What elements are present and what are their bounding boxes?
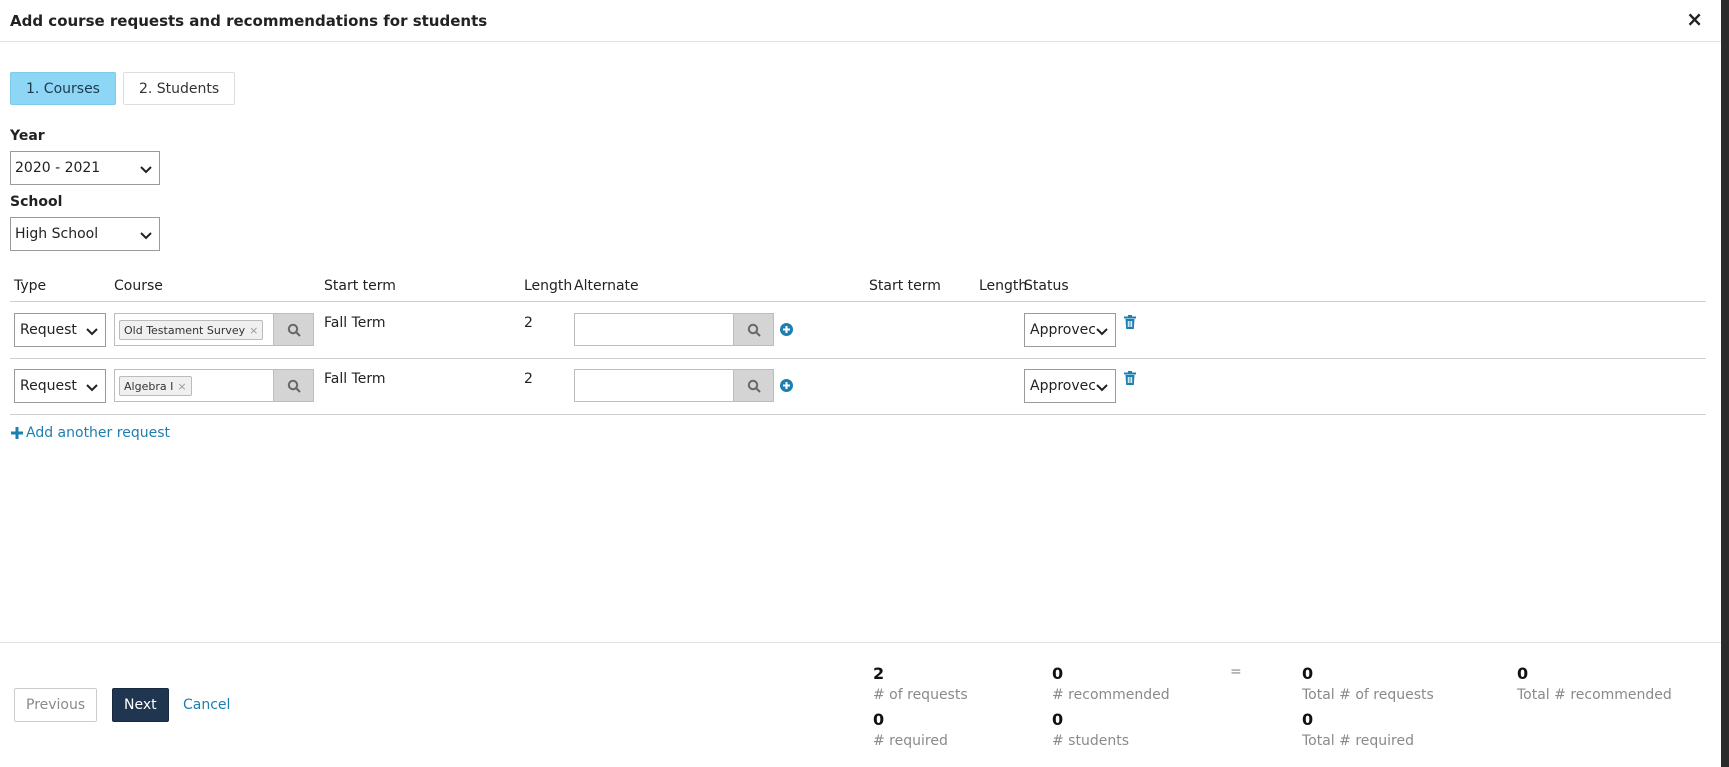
stat-total-required: 0 Total # required <box>1302 710 1414 749</box>
chevron-down-icon <box>86 328 98 336</box>
modal-header: Add course requests and recommendations … <box>0 0 1721 42</box>
add-another-request-link[interactable]: Add another request <box>10 425 170 441</box>
footer-divider <box>0 642 1721 643</box>
stat-label: # recommended <box>1052 687 1170 703</box>
wizard-steps: 1. Courses 2. Students <box>10 72 236 105</box>
stat-required: 0 # required <box>873 710 948 749</box>
equals-sign: = <box>1230 664 1242 680</box>
header-start-term: Start term <box>324 278 396 294</box>
stat-label: Total # required <box>1302 733 1414 749</box>
course-tag: Algebra I × <box>119 376 192 396</box>
remove-tag-icon[interactable]: × <box>177 380 186 393</box>
course-tag-label: Algebra I <box>124 379 174 393</box>
plus-icon <box>11 427 23 439</box>
stat-requests: 2 # of requests <box>873 664 968 703</box>
add-alternate-icon[interactable] <box>780 323 793 336</box>
start-term-value: Fall Term <box>324 371 386 387</box>
header-length: Length <box>524 278 573 294</box>
stat-value: 0 <box>1052 664 1064 683</box>
stat-value: 0 <box>1302 664 1314 683</box>
stat-label: # students <box>1052 733 1129 749</box>
stat-recommended: 0 # recommended <box>1052 664 1170 703</box>
trash-icon[interactable] <box>1124 315 1136 329</box>
remove-tag-icon[interactable]: × <box>249 324 258 337</box>
step-students-tab[interactable]: 2. Students <box>122 72 236 105</box>
type-select[interactable]: Request <box>14 369 106 403</box>
length-value: 2 <box>524 371 533 387</box>
search-icon <box>287 323 301 337</box>
type-select[interactable]: Request <box>14 313 106 347</box>
type-select-value: Request <box>20 378 77 394</box>
header-type: Type <box>14 278 47 294</box>
chevron-down-icon <box>1095 324 1109 338</box>
school-select[interactable]: High School <box>10 217 160 251</box>
search-icon <box>747 323 761 337</box>
table-row: Request Old Testament Survey × Fall Term… <box>10 303 1706 359</box>
search-icon <box>287 379 301 393</box>
stat-label: Total # recommended <box>1517 687 1672 703</box>
school-select-value: High School <box>15 226 99 242</box>
chevron-down-icon <box>86 384 98 392</box>
header-alt-length: Length <box>979 278 1028 294</box>
header-alt-start-term: Start term <box>869 278 941 294</box>
add-another-request-label: Add another request <box>26 425 170 441</box>
stat-students: 0 # students <box>1052 710 1129 749</box>
next-button[interactable]: Next <box>112 688 169 722</box>
year-select[interactable]: 2020 - 2021 <box>10 151 160 185</box>
stat-total-requests: 0 Total # of requests <box>1302 664 1434 703</box>
alternate-search-button[interactable] <box>733 370 773 401</box>
stat-label: # of requests <box>873 687 968 703</box>
status-select-value: Approvec <box>1030 378 1096 394</box>
course-tag: Old Testament Survey × <box>119 320 264 340</box>
modal-title: Add course requests and recommendations … <box>10 12 488 30</box>
trash-icon[interactable] <box>1124 371 1136 385</box>
previous-button[interactable]: Previous <box>14 688 98 722</box>
year-label: Year <box>10 128 45 144</box>
school-label: School <box>10 194 63 210</box>
type-select-value: Request <box>20 322 77 338</box>
chevron-down-icon <box>140 166 152 174</box>
stat-label: # required <box>873 733 948 749</box>
stat-total-recommended: 0 Total # recommended <box>1517 664 1672 703</box>
stat-value: 0 <box>1052 710 1064 729</box>
status-select[interactable]: Approvec <box>1024 369 1116 403</box>
length-value: 2 <box>524 315 533 331</box>
table-row: Request Algebra I × Fall Term 2 Approvec <box>10 359 1706 415</box>
status-select-value: Approvec <box>1030 322 1096 338</box>
cancel-link[interactable]: Cancel <box>172 688 241 722</box>
status-select[interactable]: Approvec <box>1024 313 1116 347</box>
start-term-value: Fall Term <box>324 315 386 331</box>
alternate-search-button[interactable] <box>733 314 773 345</box>
close-button[interactable]: × <box>1686 9 1703 29</box>
stat-value: 0 <box>1517 664 1529 683</box>
scrollbar-edge <box>1721 0 1729 767</box>
course-picker[interactable]: Algebra I × <box>114 369 314 402</box>
requests-table-header: Type Course Start term Length Alternate … <box>10 268 1706 302</box>
year-select-value: 2020 - 2021 <box>15 160 101 176</box>
header-course: Course <box>114 278 163 294</box>
header-alternate: Alternate <box>574 278 639 294</box>
chevron-down-icon <box>1095 380 1109 394</box>
course-search-button[interactable] <box>273 370 313 401</box>
course-tag-label: Old Testament Survey <box>124 323 246 337</box>
stat-value: 0 <box>873 710 885 729</box>
search-icon <box>747 379 761 393</box>
alternate-course-picker[interactable] <box>574 313 774 346</box>
course-search-button[interactable] <box>273 314 313 345</box>
alternate-course-picker[interactable] <box>574 369 774 402</box>
add-alternate-icon[interactable] <box>780 379 793 392</box>
stat-label: Total # of requests <box>1302 687 1434 703</box>
step-courses-tab[interactable]: 1. Courses <box>10 72 116 105</box>
header-status: Status <box>1024 278 1069 294</box>
chevron-down-icon <box>140 232 152 240</box>
course-picker[interactable]: Old Testament Survey × <box>114 313 314 346</box>
stat-value: 2 <box>873 664 885 683</box>
stat-value: 0 <box>1302 710 1314 729</box>
